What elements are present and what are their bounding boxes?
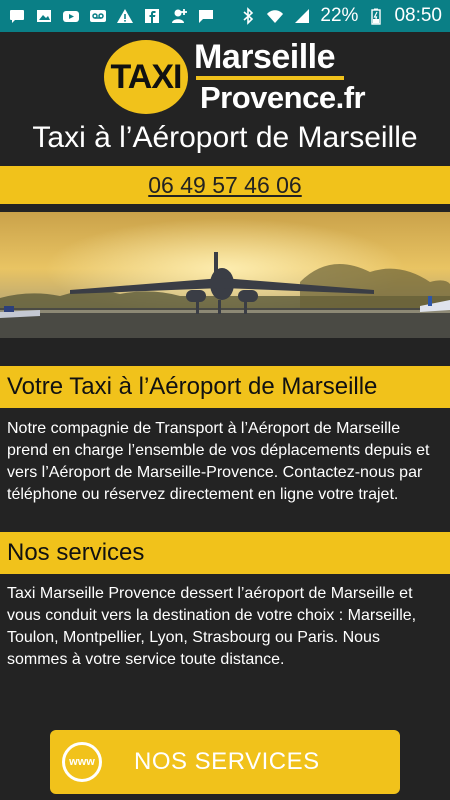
status-bar: 22% 08:50 — [0, 0, 450, 32]
site-logo[interactable]: TAXI Marseille Provence.fr — [104, 36, 366, 118]
facebook-icon — [143, 7, 161, 25]
warning-icon — [116, 7, 134, 25]
logo-text-line2: Provence.fr — [200, 80, 366, 115]
hero-image — [0, 212, 450, 338]
phone-banner: 06 49 57 46 06 — [0, 166, 450, 204]
photo-icon — [35, 7, 53, 25]
voicemail-icon — [89, 7, 107, 25]
clock: 08:50 — [394, 5, 442, 26]
logo-text-line1: Marseille — [194, 38, 336, 76]
youtube-icon — [62, 7, 80, 25]
bluetooth-icon — [239, 7, 257, 25]
battery-percent: 22% — [320, 5, 359, 26]
page-title: Taxi à l’Aéroport de Marseille — [32, 121, 418, 154]
services-button-label: NOS SERVICES — [134, 748, 320, 775]
system-icons: 22% 08:50 — [239, 5, 442, 27]
section-heading-services: Nos services — [0, 532, 450, 574]
section-heading-airport: Votre Taxi à l’Aéroport de Marseille — [0, 366, 450, 408]
phone-link[interactable]: 06 49 57 46 06 — [148, 172, 301, 199]
section-text-airport: Notre compagnie de Transport à l’Aéropor… — [7, 420, 430, 503]
notification-icons — [8, 7, 215, 25]
taxi-badge: TAXI — [104, 40, 188, 114]
add-contact-icon — [170, 7, 188, 25]
www-globe-icon: www — [62, 742, 102, 782]
wifi-icon — [266, 7, 284, 25]
services-button[interactable]: www NOS SERVICES — [50, 730, 400, 794]
battery-icon — [367, 7, 385, 25]
signal-icon — [293, 7, 311, 25]
chat-icon — [197, 7, 215, 25]
section-text-services: Taxi Marseille Provence dessert l’aéropo… — [7, 585, 417, 668]
message-icon — [8, 7, 26, 25]
